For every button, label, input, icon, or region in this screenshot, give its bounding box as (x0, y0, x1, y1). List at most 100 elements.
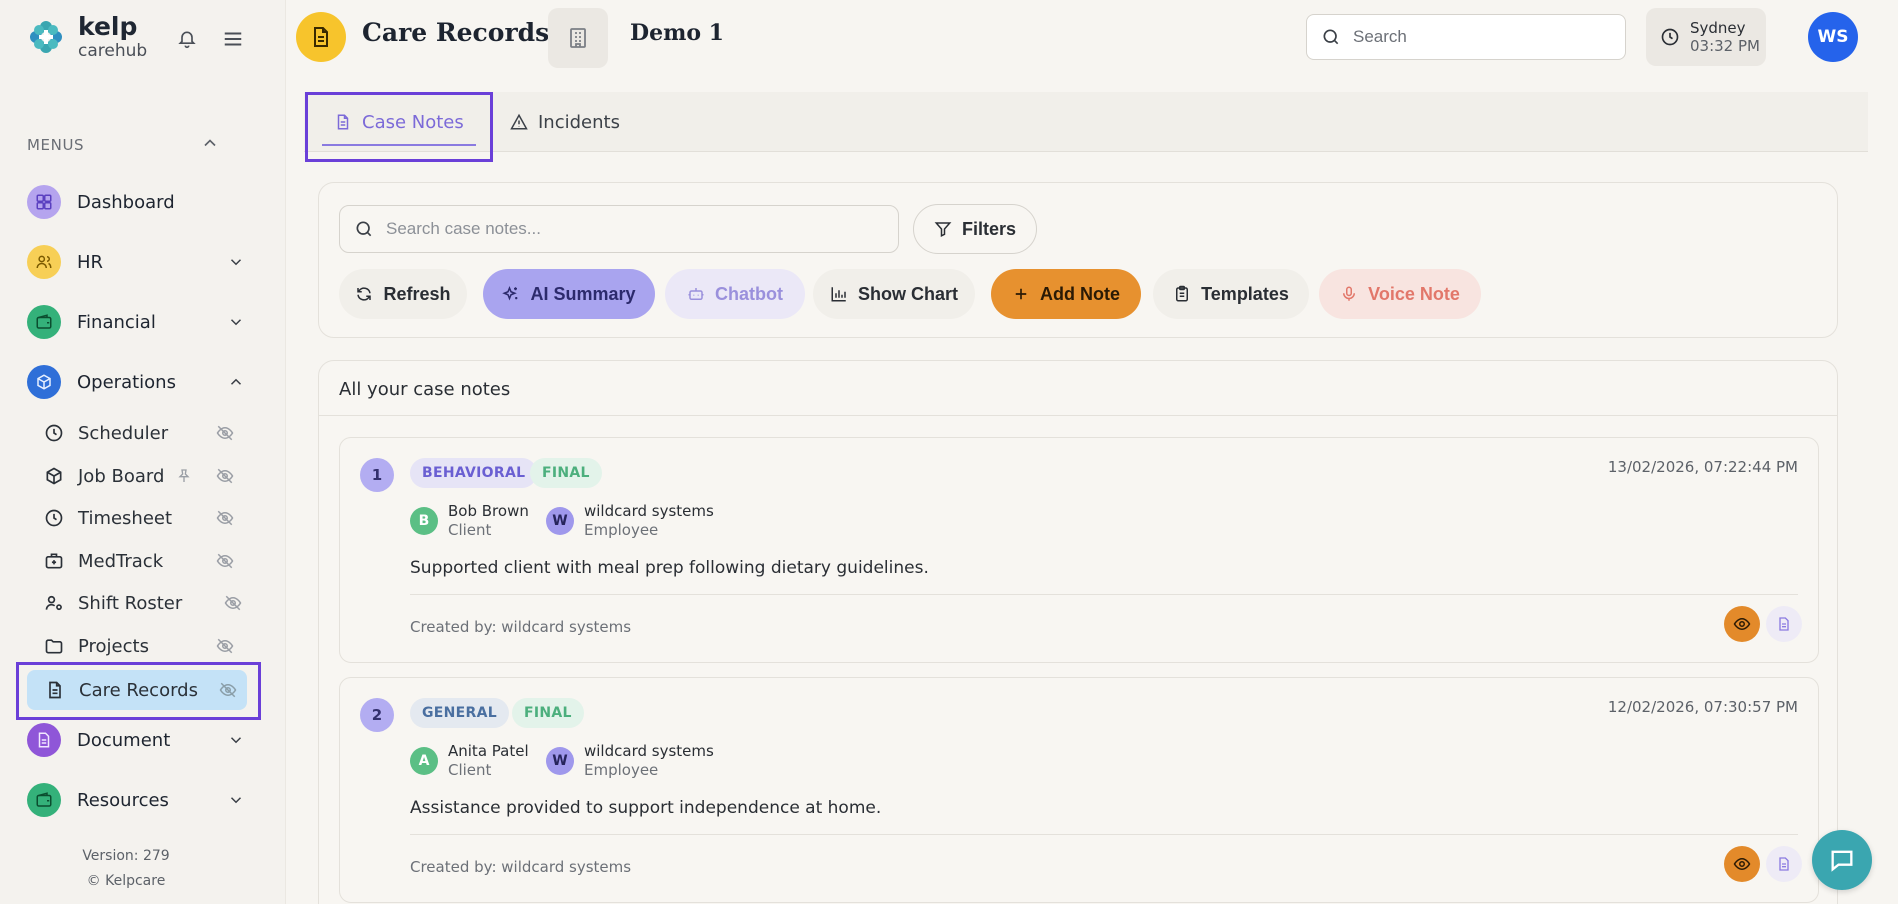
copyright-text: © Kelpcare (86, 873, 166, 889)
ai-summary-button[interactable]: AI Summary (483, 269, 655, 319)
pin-icon[interactable] (176, 468, 192, 484)
organization-name[interactable]: Demo 1 (630, 20, 724, 46)
chevron-down-icon[interactable] (227, 253, 245, 271)
user-settings-icon (44, 593, 64, 613)
refresh-label: Refresh (383, 283, 451, 304)
case-note-card[interactable]: 2 GENERAL FINAL 12/02/2026, 07:30:57 PM … (339, 677, 1819, 903)
client-info[interactable]: B Bob Brown Client (410, 502, 529, 540)
chevron-up-icon[interactable] (227, 373, 245, 391)
filters-button[interactable]: Filters (913, 204, 1037, 254)
nav-label: Financial (77, 311, 156, 333)
client-info[interactable]: A Anita Patel Client (410, 742, 529, 780)
microphone-icon (1340, 285, 1358, 303)
chatbot-label: Chatbot (715, 283, 783, 304)
eye-icon (1733, 615, 1751, 633)
nav-financial[interactable]: Financial (27, 300, 247, 344)
view-button[interactable] (1724, 846, 1760, 882)
chevron-up-icon[interactable] (200, 133, 220, 153)
eye-off-icon[interactable] (216, 424, 234, 442)
document-button[interactable] (1766, 606, 1802, 642)
case-notes-search[interactable] (339, 205, 899, 253)
show-chart-label: Show Chart (857, 283, 958, 304)
nav-document[interactable]: Document (27, 718, 247, 762)
employee-role: Employee (584, 760, 659, 779)
employee-role: Employee (584, 520, 659, 539)
nav-hr[interactable]: HR (27, 240, 247, 284)
sub-item-label: Timesheet (78, 507, 173, 529)
sub-item-shift-roster[interactable]: Shift Roster (44, 585, 244, 621)
sub-item-medtrack[interactable]: MedTrack (44, 543, 244, 579)
care-records-highlight (16, 662, 261, 720)
sub-item-scheduler[interactable]: Scheduler (44, 415, 244, 451)
eye-off-icon[interactable] (216, 637, 234, 655)
kelp-logo-icon (28, 19, 64, 55)
view-button[interactable] (1724, 606, 1760, 642)
clock-city: Sydney (1690, 19, 1746, 37)
filters-label: Filters (961, 218, 1017, 239)
chevron-down-icon[interactable] (227, 731, 245, 749)
hamburger-menu-icon[interactable] (220, 26, 246, 52)
nav-label: Operations (77, 371, 176, 393)
eye-off-icon[interactable] (216, 467, 234, 485)
client-name: Bob Brown (448, 502, 529, 520)
employee-info[interactable]: W wildcard systems Employee (546, 742, 714, 780)
eye-off-icon[interactable] (216, 509, 234, 527)
nav-label: HR (77, 251, 104, 273)
chevron-down-icon[interactable] (227, 313, 245, 331)
nav-dashboard[interactable]: Dashboard (27, 180, 247, 224)
nav-operations[interactable]: Operations (27, 360, 247, 404)
templates-button[interactable]: Templates (1153, 269, 1309, 319)
global-search[interactable] (1306, 14, 1626, 60)
case-note-card[interactable]: 1 BEHAVIORAL FINAL 13/02/2026, 07:22:44 … (339, 437, 1819, 663)
menus-label: MENUS (27, 136, 85, 154)
ai-summary-label: AI Summary (530, 283, 636, 304)
chatbot-button[interactable]: Chatbot (665, 269, 805, 319)
chat-support-button[interactable] (1812, 830, 1872, 890)
add-note-button[interactable]: Add Note (991, 269, 1141, 319)
sub-item-job-board[interactable]: Job Board (44, 458, 244, 494)
client-name: Anita Patel (448, 742, 529, 760)
sub-item-projects[interactable]: Projects (44, 628, 244, 664)
employee-avatar: W (546, 506, 574, 535)
global-search-input[interactable] (1353, 27, 1613, 47)
version-text: Version: 279 (82, 848, 170, 864)
folder-icon (44, 636, 64, 656)
search-icon (1321, 27, 1341, 47)
chat-bubble-icon (1828, 846, 1856, 874)
chevron-down-icon[interactable] (227, 791, 245, 809)
page-title: Care Records (362, 18, 550, 47)
sub-item-label: Job Board (78, 465, 165, 487)
category-badge: BEHAVIORAL (410, 458, 538, 488)
bell-icon[interactable] (174, 26, 200, 52)
eye-off-icon[interactable] (224, 594, 242, 612)
logo[interactable]: kelp carehub (28, 14, 147, 60)
medkit-icon (44, 551, 64, 571)
client-role: Client (448, 520, 492, 539)
client-avatar: B (410, 506, 438, 535)
clock-icon (44, 423, 64, 443)
user-avatar[interactable]: WS (1808, 12, 1858, 62)
search-icon (354, 219, 374, 239)
document-button[interactable] (1766, 846, 1802, 882)
employee-info[interactable]: W wildcard systems Employee (546, 502, 714, 540)
status-badge: FINAL (512, 698, 584, 728)
building-icon[interactable] (548, 8, 608, 68)
nav-label: Document (77, 729, 171, 751)
dashboard-icon (27, 185, 61, 219)
sub-item-timesheet[interactable]: Timesheet (44, 500, 244, 536)
tab-incidents[interactable]: Incidents (510, 92, 620, 152)
divider (410, 594, 1798, 595)
clipboard-icon (1173, 285, 1191, 303)
templates-label: Templates (1201, 283, 1289, 304)
document-icon (1776, 856, 1792, 872)
document-icon (1776, 616, 1792, 632)
show-chart-button[interactable]: Show Chart (813, 269, 975, 319)
case-notes-search-input[interactable] (386, 219, 886, 239)
wallet-icon (27, 305, 61, 339)
tab-label: Incidents (538, 111, 620, 133)
app-name: kelp (78, 12, 138, 41)
nav-resources[interactable]: Resources (27, 778, 247, 822)
eye-off-icon[interactable] (216, 552, 234, 570)
voice-note-button[interactable]: Voice Note (1319, 269, 1481, 319)
refresh-button[interactable]: Refresh (339, 269, 467, 319)
